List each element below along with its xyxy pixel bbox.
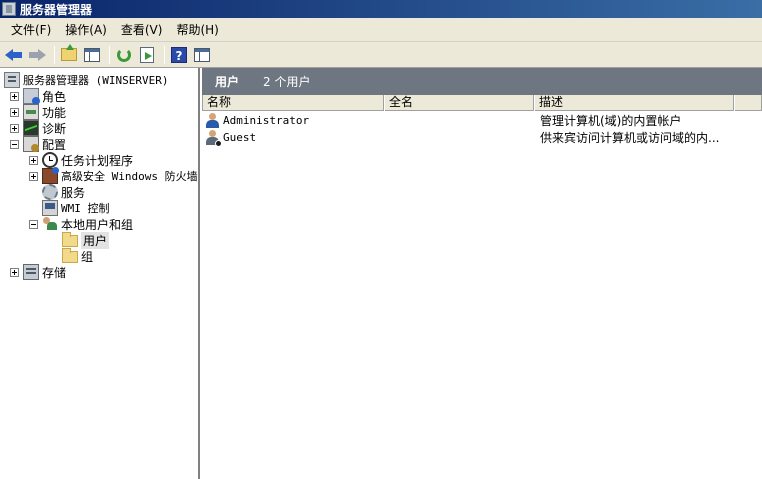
tree-item-label: 角色 — [42, 89, 67, 104]
menu-file[interactable]: 文件(F) — [4, 19, 58, 41]
tree-item-firewall[interactable]: 高级安全 Windows 防火墙 — [29, 167, 198, 184]
expand-icon[interactable] — [10, 107, 19, 117]
cell-description: 供来宾访问计算机或访问域的内... — [540, 131, 720, 145]
cell-name: Guest — [202, 129, 384, 146]
user-name: Administrator — [223, 114, 310, 127]
menu-action[interactable]: 操作(A) — [58, 19, 114, 41]
content-title: 用户 — [215, 75, 240, 89]
firewall-icon — [42, 167, 59, 184]
tree-item-label: WMI 控制 — [61, 202, 110, 215]
tree-item-label: 诊断 — [42, 121, 67, 136]
server-icon — [4, 72, 20, 88]
column-header-filler — [734, 95, 762, 111]
clock-icon — [42, 152, 58, 168]
up-folder-icon — [61, 44, 77, 61]
user-icon — [205, 112, 221, 129]
item-count: 2 个用户 — [263, 75, 311, 89]
refresh-button[interactable] — [114, 45, 134, 65]
details-pane: 用户 2 个用户 名称 全名 描述 Administrator 管理计算机(域)… — [202, 68, 762, 479]
back-button[interactable] — [4, 45, 24, 65]
tree-item-label: 功能 — [42, 105, 67, 120]
storage-icon — [23, 264, 39, 280]
refresh-icon — [117, 47, 131, 62]
tree-item-label: 任务计划程序 — [61, 153, 134, 168]
show-hide-tree-button[interactable] — [82, 45, 102, 65]
forward-arrow-icon — [28, 48, 46, 62]
disabled-badge-icon — [215, 139, 222, 146]
features-icon — [23, 104, 39, 120]
folder-icon — [62, 232, 78, 247]
wmi-control-icon — [42, 200, 58, 216]
expand-icon[interactable] — [29, 155, 38, 165]
expand-icon[interactable] — [10, 91, 19, 101]
tree-item-users[interactable]: 用户 — [62, 231, 110, 249]
help-icon: ? — [171, 46, 187, 63]
list-item[interactable]: Guest 供来宾访问计算机或访问域的内... — [202, 129, 762, 146]
tree-item-label: 服务器管理器 (WINSERVER) — [23, 74, 169, 87]
tree-item-services[interactable]: 服务 — [42, 184, 85, 200]
export-list-icon — [140, 46, 154, 63]
server-manager-icon — [2, 2, 16, 16]
diagnostics-icon — [23, 120, 39, 136]
column-headers: 名称 全名 描述 — [202, 95, 762, 111]
roles-icon — [23, 88, 40, 105]
expand-icon[interactable] — [10, 267, 19, 277]
tree-item-label: 高级安全 Windows 防火墙 — [61, 170, 198, 183]
cell-name: Administrator — [202, 112, 384, 129]
tree-item-roles[interactable]: 角色 — [10, 88, 67, 105]
tree-item-task-scheduler[interactable]: 任务计划程序 — [29, 152, 133, 168]
menu-bar: 文件(F) 操作(A) 查看(V) 帮助(H) — [0, 18, 762, 42]
cell-description: 管理计算机(域)的内置帐户 — [540, 114, 682, 128]
collapse-icon[interactable] — [29, 219, 38, 229]
tree-item-diagnostics[interactable]: 诊断 — [10, 120, 66, 136]
list-item[interactable]: Administrator 管理计算机(域)的内置帐户 — [202, 112, 762, 129]
tree-item-label: 用户 — [81, 231, 110, 249]
column-header-full-name[interactable]: 全名 — [384, 95, 534, 111]
tree-item-label: 配置 — [42, 137, 67, 152]
toolbar-separator — [54, 45, 55, 64]
tree-item-label: 服务 — [61, 185, 86, 200]
back-arrow-icon — [5, 48, 23, 62]
tree-item-label: 本地用户和组 — [61, 217, 134, 232]
tree-item-configuration[interactable]: 配置 — [10, 136, 66, 152]
toolbar-separator — [164, 45, 165, 64]
tree-item-features[interactable]: 功能 — [10, 104, 66, 120]
tree-item-label: 存储 — [42, 265, 67, 280]
users-groups-icon — [42, 216, 58, 232]
menu-help[interactable]: 帮助(H) — [169, 19, 225, 41]
toolbar-separator — [109, 45, 110, 64]
services-gear-icon — [42, 184, 58, 200]
title-bar: 服务器管理器 — [0, 0, 762, 18]
tree-item-root[interactable]: 服务器管理器 (WINSERVER) — [4, 72, 168, 88]
navigation-tree[interactable]: 服务器管理器 (WINSERVER) 角色 功能 诊断 配置 任务计划程序 高级… — [0, 68, 200, 479]
forward-button[interactable] — [27, 45, 47, 65]
tree-item-label: 组 — [81, 249, 94, 264]
toolbar: ? — [0, 42, 762, 68]
export-list-button[interactable] — [137, 45, 157, 65]
window-title: 服务器管理器 — [20, 2, 93, 17]
collapse-icon[interactable] — [10, 139, 19, 149]
folder-icon — [62, 248, 78, 263]
tree-item-local-users-groups[interactable]: 本地用户和组 — [29, 216, 133, 232]
expand-icon[interactable] — [29, 171, 38, 181]
show-hide-tree-icon — [84, 47, 100, 62]
tree-item-storage[interactable]: 存储 — [10, 264, 66, 280]
disabled-user-icon — [205, 129, 222, 146]
user-name: Guest — [223, 131, 257, 144]
show-action-pane-button[interactable] — [192, 45, 212, 65]
up-one-level-button[interactable] — [59, 44, 79, 65]
menu-view[interactable]: 查看(V) — [114, 19, 170, 41]
tree-item-wmi-control[interactable]: WMI 控制 — [42, 200, 110, 216]
column-header-description[interactable]: 描述 — [534, 95, 734, 111]
configuration-icon — [23, 136, 39, 152]
content-header: 用户 2 个用户 — [202, 68, 762, 95]
help-button[interactable]: ? — [169, 45, 189, 65]
expand-icon[interactable] — [10, 123, 19, 133]
tree-item-groups[interactable]: 组 — [62, 248, 93, 264]
column-header-name[interactable]: 名称 — [202, 95, 384, 111]
show-action-pane-icon — [194, 47, 210, 62]
